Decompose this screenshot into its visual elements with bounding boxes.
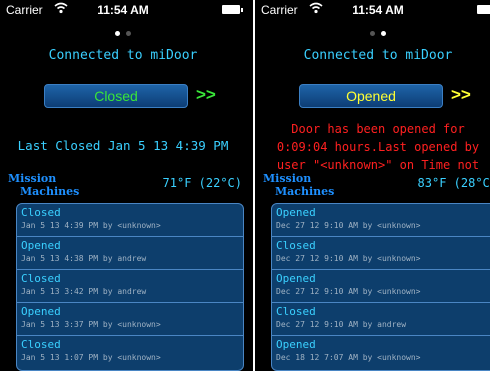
event-title: Opened <box>276 206 316 219</box>
logo-line-2: Machines <box>275 185 335 198</box>
door-toggle-button[interactable]: Opened <box>299 84 443 108</box>
history-list[interactable]: Opened Dec 27 12 9:10 AM by <unknown> Cl… <box>271 203 490 371</box>
door-open-warning: Door has been opened for 0:09:04 hours.L… <box>257 120 490 174</box>
list-item[interactable]: Closed Jan 5 13 3:42 PM by andrew <box>17 270 243 303</box>
event-title: Closed <box>21 206 61 219</box>
logo-line-1: Mission <box>263 172 312 185</box>
logo-line-1: Mission <box>8 172 57 185</box>
event-title: Closed <box>21 338 61 351</box>
event-detail: Dec 18 12 7:07 AM by <unknown> <box>276 353 421 362</box>
temperature-readout: 71°F (22°C) <box>162 176 242 190</box>
logo-line-2: Machines <box>20 185 80 198</box>
list-item[interactable]: Closed Dec 27 12 9:10 AM by andrew <box>272 303 490 336</box>
event-detail: Jan 5 13 3:37 PM by <unknown> <box>21 320 161 329</box>
history-list[interactable]: Closed Jan 5 13 4:39 PM by <unknown> Ope… <box>16 203 244 371</box>
event-detail: Dec 27 12 9:10 AM by <unknown> <box>276 221 421 230</box>
status-bar: Carrier 11:54 AM <box>257 0 490 20</box>
page-dot-1[interactable] <box>370 31 375 36</box>
event-title: Closed <box>21 272 61 285</box>
event-title: Closed <box>276 305 316 318</box>
list-item[interactable]: Closed Jan 5 13 4:39 PM by <unknown> <box>17 204 243 237</box>
event-detail: Jan 5 13 4:38 PM by andrew <box>21 254 147 263</box>
event-detail: Jan 5 13 3:42 PM by andrew <box>21 287 147 296</box>
door-arrows: >> <box>451 85 471 104</box>
temperature-readout: 83°F (28°C) <box>417 176 490 190</box>
screen-opened: Carrier 11:54 AM Connected to miDoor Ope… <box>257 0 490 371</box>
event-title: Opened <box>21 239 61 252</box>
event-detail: Jan 5 13 1:07 PM by <unknown> <box>21 353 161 362</box>
connection-status: Connected to miDoor <box>303 48 453 63</box>
battery-icon <box>222 5 243 14</box>
event-title: Opened <box>21 305 61 318</box>
clock: 11:54 AM <box>97 3 149 17</box>
list-item[interactable]: Closed Dec 27 12 9:10 AM by <unknown> <box>272 237 490 270</box>
connection-status: Connected to miDoor <box>48 48 198 63</box>
list-item[interactable]: Opened Dec 27 12 9:10 AM by <unknown> <box>272 270 490 303</box>
screen-closed: Carrier 11:54 AM Connected to miDoor Clo… <box>2 0 244 371</box>
mission-machines-logo: Mission Machines <box>263 172 353 202</box>
status-bar: Carrier 11:54 AM <box>2 0 244 20</box>
mission-machines-logo: Mission Machines <box>8 172 98 202</box>
last-closed-status: Last Closed Jan 5 13 4:39 PM <box>17 138 229 153</box>
event-detail: Dec 27 12 9:10 AM by andrew <box>276 320 407 329</box>
door-arrows: >> <box>196 85 216 104</box>
event-title: Closed <box>276 239 316 252</box>
list-item[interactable]: Opened Dec 27 12 9:10 AM by <unknown> <box>272 204 490 237</box>
event-detail: Dec 27 12 9:10 AM by <unknown> <box>276 254 421 263</box>
list-item[interactable]: Opened Jan 5 13 3:37 PM by <unknown> <box>17 303 243 336</box>
page-dot-2[interactable] <box>381 31 386 36</box>
battery-icon <box>477 5 490 14</box>
page-dot-2[interactable] <box>126 31 131 36</box>
event-detail: Dec 27 12 9:10 AM by <unknown> <box>276 287 421 296</box>
page-dot-1[interactable] <box>115 31 120 36</box>
list-item[interactable]: Opened Dec 18 12 7:07 AM by <unknown> <box>272 336 490 368</box>
warning-line: 0:09:04 hours.Last opened by <box>276 140 480 154</box>
event-title: Opened <box>276 338 316 351</box>
warning-line: Door has been opened for <box>291 122 465 136</box>
screen-divider <box>253 0 255 371</box>
list-item[interactable]: Opened Jan 5 13 4:38 PM by andrew <box>17 237 243 270</box>
event-title: Opened <box>276 272 316 285</box>
door-toggle-button[interactable]: Closed <box>44 84 188 108</box>
event-detail: Jan 5 13 4:39 PM by <unknown> <box>21 221 161 230</box>
page-indicator[interactable] <box>257 28 490 36</box>
list-item[interactable]: Closed Jan 5 13 1:07 PM by <unknown> <box>17 336 243 368</box>
page-indicator[interactable] <box>2 28 244 36</box>
clock: 11:54 AM <box>352 3 404 17</box>
